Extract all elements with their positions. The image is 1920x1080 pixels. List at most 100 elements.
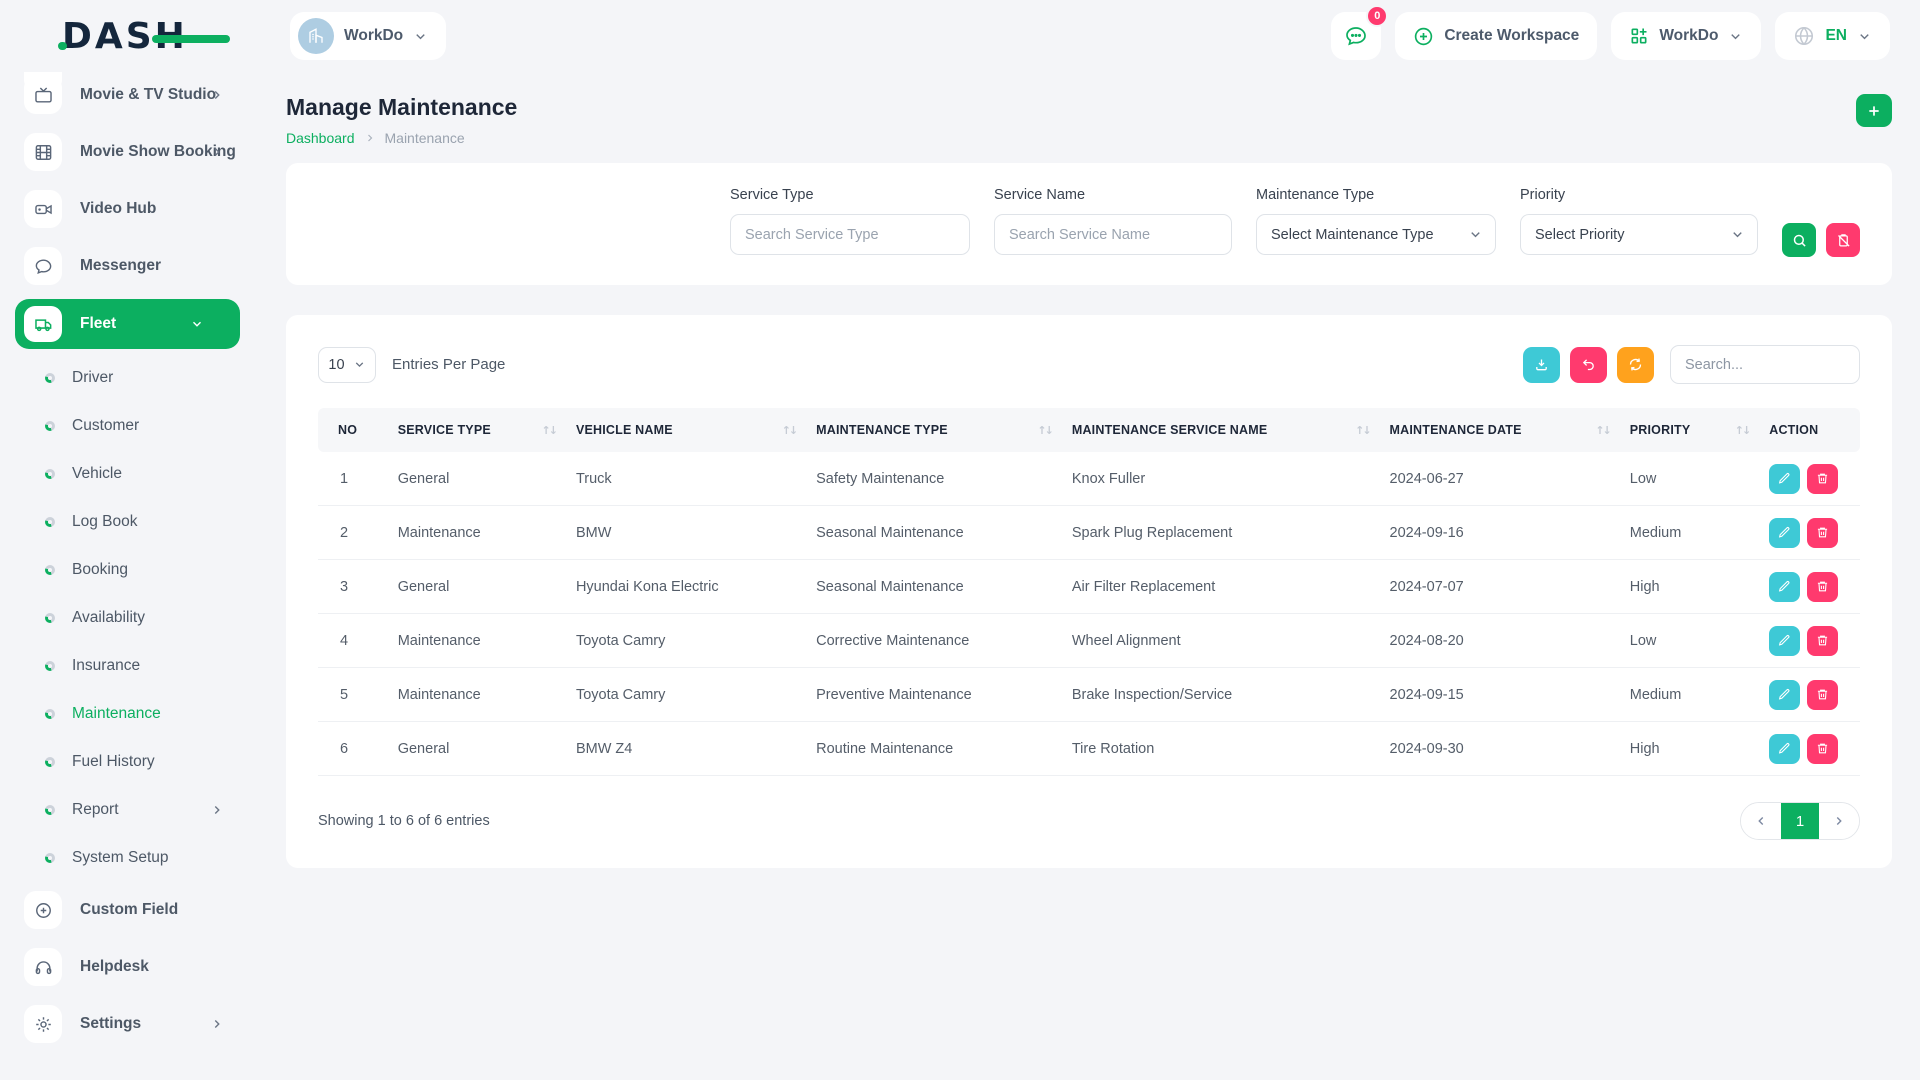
trash-icon: [1816, 526, 1829, 539]
select-value: Select Priority: [1535, 227, 1624, 243]
pagination-next-button[interactable]: [1819, 803, 1859, 839]
sort-icon[interactable]: ↑↓: [1595, 424, 1609, 437]
pagination-page-1[interactable]: 1: [1781, 803, 1819, 839]
sidebar: Movie & TV Studio Movie Show Booking Vid…: [0, 72, 260, 1080]
sort-icon[interactable]: ↑↓: [1735, 424, 1749, 437]
cell-priority: High: [1620, 560, 1759, 614]
sort-icon[interactable]: ↑↓: [782, 424, 796, 437]
column-header-maintenance-type[interactable]: MAINTENANCE TYPE↑↓: [806, 408, 1062, 452]
bullet-icon: [45, 565, 55, 575]
clear-filter-button[interactable]: [1826, 223, 1860, 257]
sidebar-item-label: Helpdesk: [80, 958, 149, 976]
trash-icon: [1816, 742, 1829, 755]
film-icon: [24, 133, 62, 171]
messenger-button[interactable]: 0: [1331, 12, 1381, 60]
grid-plus-icon: [1629, 26, 1649, 46]
sidebar-item-movie-show-booking[interactable]: Movie Show Booking: [24, 133, 260, 171]
truck-icon: [24, 306, 62, 342]
sidebar-subitem-system-setup[interactable]: System Setup: [24, 843, 260, 873]
workspace-switcher[interactable]: WorkDo: [290, 12, 446, 60]
table-search-input[interactable]: [1670, 345, 1860, 384]
breadcrumb: Dashboard Maintenance: [286, 130, 517, 146]
edit-button[interactable]: [1769, 680, 1800, 710]
cell-priority: High: [1620, 722, 1759, 776]
cell-service-type: Maintenance: [388, 614, 566, 668]
sidebar-subitem-label: Vehicle: [72, 465, 122, 483]
sidebar-subitem-customer[interactable]: Customer: [24, 411, 260, 441]
delete-button[interactable]: [1807, 626, 1838, 656]
export-button[interactable]: [1523, 347, 1560, 383]
service-name-input[interactable]: [994, 214, 1232, 255]
sidebar-subitem-label: Log Book: [72, 513, 138, 531]
delete-button[interactable]: [1807, 680, 1838, 710]
select-value: Select Maintenance Type: [1271, 227, 1434, 243]
entries-per-page-select[interactable]: 10: [318, 347, 376, 383]
sidebar-item-messenger[interactable]: Messenger: [24, 247, 260, 285]
edit-button[interactable]: [1769, 734, 1800, 764]
bullet-icon: [45, 757, 55, 767]
table-row: 4 Maintenance Toyota Camry Corrective Ma…: [318, 614, 1860, 668]
refresh-button[interactable]: [1617, 347, 1654, 383]
sidebar-subitem-log-book[interactable]: Log Book: [24, 507, 260, 537]
filter-label: Maintenance Type: [1256, 187, 1496, 203]
service-type-input[interactable]: [730, 214, 970, 255]
create-workspace-button[interactable]: Create Workspace: [1395, 12, 1597, 60]
edit-button[interactable]: [1769, 572, 1800, 602]
sidebar-item-label: Movie & TV Studio: [80, 86, 216, 104]
cell-no: 5: [318, 668, 388, 722]
priority-select[interactable]: Select Priority: [1520, 214, 1758, 255]
entries-per-page-block: 10 Entries Per Page: [318, 347, 505, 383]
delete-button[interactable]: [1807, 572, 1838, 602]
cell-maintenance-service-name: Wheel Alignment: [1062, 614, 1380, 668]
edit-button[interactable]: [1769, 626, 1800, 656]
maintenance-type-select[interactable]: Select Maintenance Type: [1256, 214, 1496, 255]
language-selector[interactable]: EN: [1775, 12, 1890, 60]
topbar-right: 0 Create Workspace WorkDo EN: [1331, 12, 1890, 60]
sidebar-subitem-driver[interactable]: Driver: [24, 363, 260, 393]
row-actions: [1769, 614, 1850, 667]
sidebar-item-fleet[interactable]: Fleet: [15, 299, 240, 349]
row-actions: [1769, 506, 1850, 559]
brand-logo[interactable]: DASH: [62, 16, 188, 57]
sidebar-item-custom-field[interactable]: Custom Field: [24, 891, 260, 929]
column-header-priority[interactable]: PRIORITY↑↓: [1620, 408, 1759, 452]
cell-maintenance-service-name: Brake Inspection/Service: [1062, 668, 1380, 722]
column-header-maintenance-service-name[interactable]: MAINTENANCE SERVICE NAME↑↓: [1062, 408, 1380, 452]
sort-icon[interactable]: ↑↓: [1355, 424, 1369, 437]
bullet-icon: [45, 661, 55, 671]
sidebar-item-settings[interactable]: Settings: [24, 1005, 260, 1043]
delete-button[interactable]: [1807, 518, 1838, 548]
sidebar-subitem-insurance[interactable]: Insurance: [24, 651, 260, 681]
undo-button[interactable]: [1570, 347, 1607, 383]
sidebar-subitem-vehicle[interactable]: Vehicle: [24, 459, 260, 489]
breadcrumb-dashboard-link[interactable]: Dashboard: [286, 130, 355, 146]
edit-button[interactable]: [1769, 464, 1800, 494]
column-header-no: NO: [318, 408, 388, 452]
sidebar-subitem-booking[interactable]: Booking: [24, 555, 260, 585]
sort-icon[interactable]: ↑↓: [1037, 424, 1051, 437]
column-header-maintenance-date[interactable]: MAINTENANCE DATE↑↓: [1380, 408, 1620, 452]
sidebar-subitem-label: Driver: [72, 369, 113, 387]
delete-button[interactable]: [1807, 464, 1838, 494]
sidebar-subitem-report[interactable]: Report: [24, 795, 260, 825]
pagination-prev-button[interactable]: [1741, 803, 1781, 839]
sidebar-item-helpdesk[interactable]: Helpdesk: [24, 948, 260, 986]
add-maintenance-button[interactable]: [1856, 94, 1892, 127]
cell-maintenance-date: 2024-07-07: [1380, 560, 1620, 614]
column-header-service-type[interactable]: SERVICE TYPE↑↓: [388, 408, 566, 452]
sidebar-item-movie-tv-studio[interactable]: Movie & TV Studio: [24, 76, 260, 114]
column-header-vehicle-name[interactable]: VEHICLE NAME↑↓: [566, 408, 806, 452]
sidebar-item-video-hub[interactable]: Video Hub: [24, 190, 260, 228]
sidebar-subitem-availability[interactable]: Availability: [24, 603, 260, 633]
sidebar-subitem-fuel-history[interactable]: Fuel History: [24, 747, 260, 777]
sidebar-subitem-maintenance[interactable]: Maintenance: [24, 699, 260, 729]
workdo-menu-button[interactable]: WorkDo: [1611, 12, 1761, 60]
sidebar-subitem-label: Booking: [72, 561, 128, 579]
apply-filter-button[interactable]: [1782, 223, 1816, 257]
delete-button[interactable]: [1807, 734, 1838, 764]
table-row: 5 Maintenance Toyota Camry Preventive Ma…: [318, 668, 1860, 722]
edit-button[interactable]: [1769, 518, 1800, 548]
sort-icon[interactable]: ↑↓: [542, 424, 556, 437]
pencil-icon: [1778, 742, 1791, 755]
chevron-right-icon: [210, 1017, 224, 1031]
